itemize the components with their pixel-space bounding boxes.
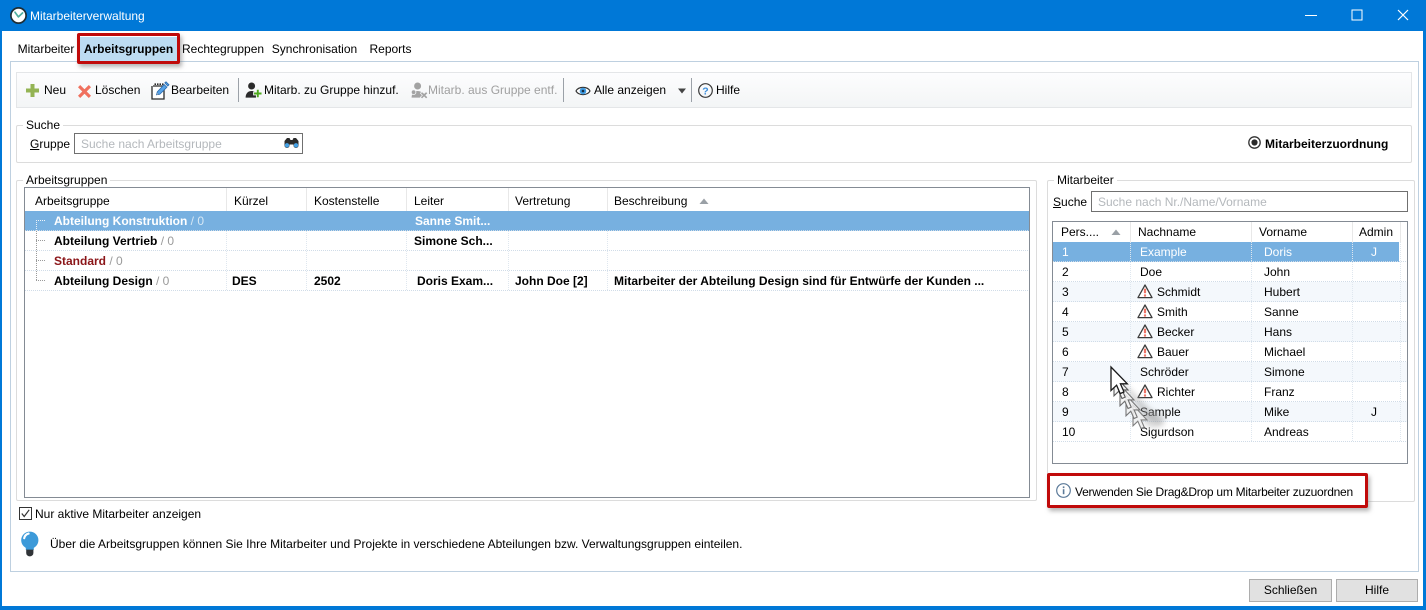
svg-text:?: ?	[702, 85, 708, 97]
